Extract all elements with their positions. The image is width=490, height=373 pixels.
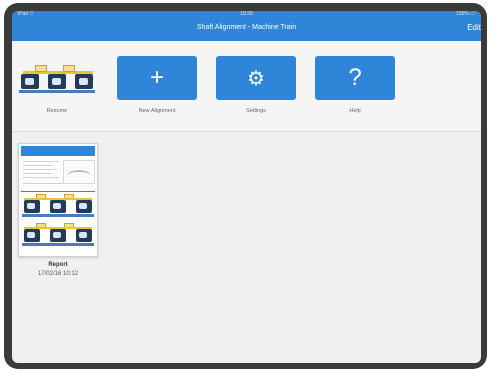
report-thumb-line	[23, 165, 53, 166]
base-plate	[22, 243, 94, 246]
sensor-icon	[63, 65, 75, 72]
report-thumb-header	[21, 146, 95, 156]
plus-icon: +	[117, 56, 197, 100]
motor-icon	[21, 74, 39, 89]
report-thumb-line	[23, 161, 59, 162]
report-thumb-graph	[63, 160, 95, 184]
resume-label: Resume	[46, 108, 68, 114]
page-title: Shaft Alignment - Machine Train	[196, 24, 297, 31]
motor-icon	[50, 200, 66, 213]
title-bar: Shaft Alignment - Machine Train Edit	[12, 19, 481, 41]
motor-icon	[24, 200, 40, 213]
report-name: Report	[48, 262, 68, 268]
report-thumb-machine	[22, 223, 94, 249]
report-date: 17/02/16 10:12	[37, 271, 79, 277]
navigation-bar: iPad ⌔ 10:28 100% ▭ Shaft Alignment - Ma…	[12, 11, 481, 41]
machine-train-icon	[17, 56, 97, 100]
resume-button[interactable]: Resume	[17, 56, 97, 136]
machine-diagram	[19, 63, 95, 93]
base-plate	[22, 214, 94, 217]
motor-icon	[76, 229, 92, 242]
gear-icon: ⚙	[216, 56, 296, 100]
new-alignment-label: New Alignment	[138, 108, 176, 114]
motor-icon	[50, 229, 66, 242]
status-bar: iPad ⌔ 10:28 100% ▭	[12, 11, 481, 18]
sensor-icon	[35, 65, 47, 72]
report-thumb-divider	[21, 191, 95, 192]
report-thumb-machine	[22, 194, 94, 220]
motor-icon	[24, 229, 40, 242]
main-toolbar: Resume + New Alignment ⚙ Settings ? Help	[12, 41, 481, 132]
help-label: Help	[349, 108, 361, 114]
report-thumb-line	[23, 169, 57, 170]
report-thumb-line	[23, 173, 51, 174]
motor-icon	[76, 200, 92, 213]
app-screen: iPad ⌔ 10:28 100% ▭ Shaft Alignment - Ma…	[12, 11, 481, 363]
battery-status: 100% ▭	[456, 11, 475, 17]
motor-icon	[75, 74, 93, 89]
tablet-frame: iPad ⌔ 10:28 100% ▭ Shaft Alignment - Ma…	[4, 3, 487, 369]
new-alignment-button[interactable]: + New Alignment	[117, 56, 197, 136]
reports-area: Report 17/02/16 10:12	[12, 132, 481, 363]
report-thumbnail[interactable]	[18, 143, 98, 257]
report-thumb-line	[23, 177, 59, 178]
settings-label: Settings	[246, 108, 266, 114]
motor-icon	[48, 74, 66, 89]
edit-button[interactable]: Edit	[467, 23, 481, 32]
settings-button[interactable]: ⚙ Settings	[216, 56, 296, 136]
help-button[interactable]: ? Help	[315, 56, 395, 136]
question-icon: ?	[315, 56, 395, 100]
status-time: 10:28	[240, 11, 253, 17]
base-plate	[19, 90, 95, 93]
